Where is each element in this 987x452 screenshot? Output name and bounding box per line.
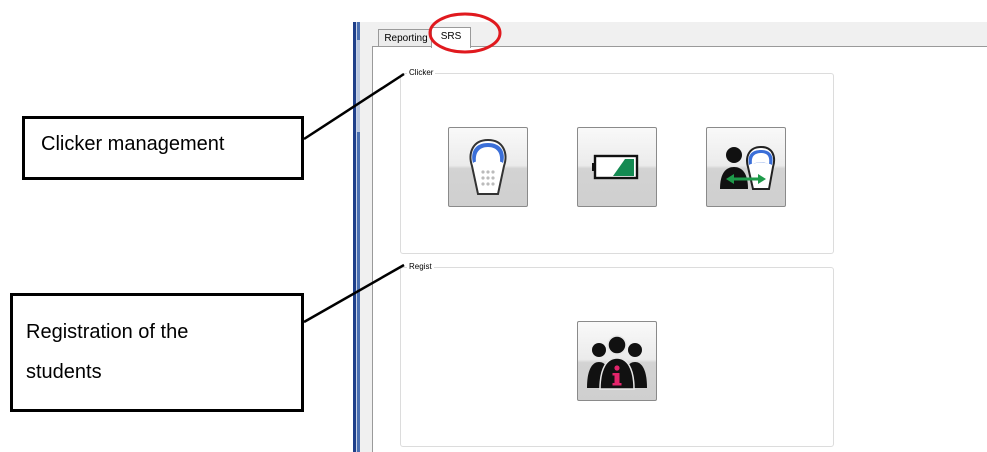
student-registration-callout: Registration of the students (10, 293, 304, 412)
battery-icon (592, 154, 639, 180)
registration-callout-line-1: Registration of the (26, 321, 189, 343)
assign-clicker-button[interactable] (706, 127, 786, 207)
clicker-management-callout: Clicker management (22, 116, 304, 180)
registration-callout-line-2: students (26, 361, 102, 383)
tab-srs[interactable]: SRS (431, 27, 471, 48)
clicker-group-label: Clicker (407, 68, 436, 78)
clicker-management-button[interactable] (448, 127, 528, 207)
regist-group-label: Regist (407, 262, 434, 272)
student-registration-icon (587, 335, 647, 390)
tab-reporting[interactable]: Reporting (378, 29, 434, 47)
battery-check-button[interactable] (577, 127, 657, 207)
assign-clicker-icon (720, 145, 776, 190)
student-registration-button[interactable] (577, 321, 657, 401)
clicker-remote-icon (469, 138, 507, 195)
